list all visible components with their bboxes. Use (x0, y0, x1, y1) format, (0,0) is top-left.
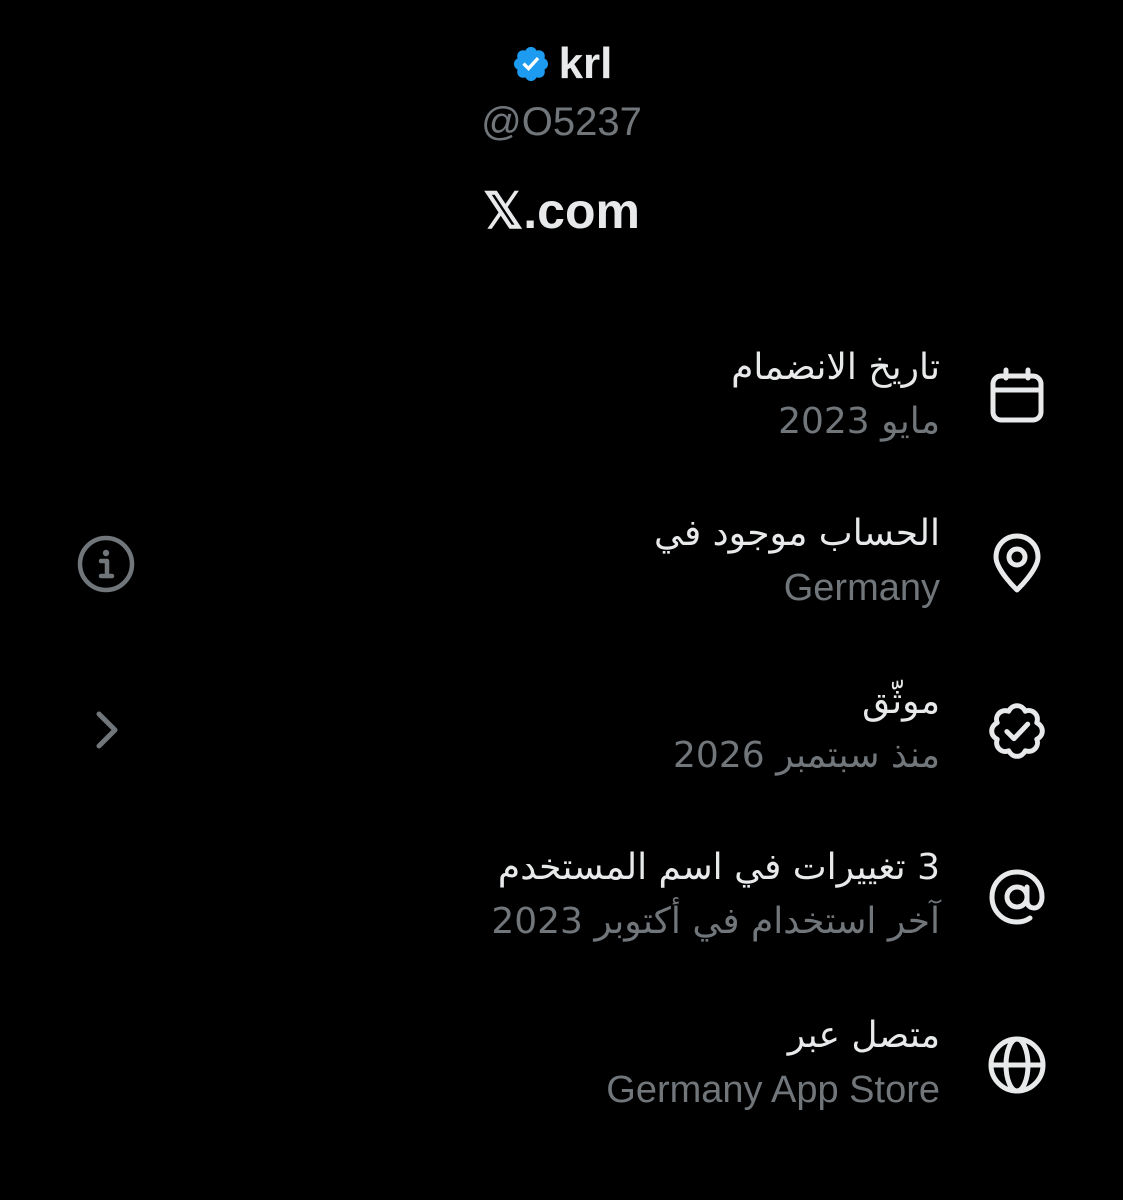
at-sign-icon (984, 864, 1050, 930)
join-date-value: مايو 2023 (778, 401, 940, 442)
username-changes-label: 3 تغييرات في اسم المستخدم (497, 847, 940, 888)
info-row-verified[interactable]: موثّق منذ سبتمبر 2026 (0, 676, 1123, 796)
connected-via-label: متصل عبر (787, 1015, 940, 1056)
connected-via-value: Germany App Store (606, 1069, 940, 1111)
chevron-right-icon[interactable] (74, 698, 138, 762)
verified-since: منذ سبتمبر 2026 (673, 735, 940, 776)
location-pin-icon (984, 530, 1050, 596)
verified-outline-icon (984, 698, 1050, 764)
verified-badge-icon (513, 46, 548, 82)
username-last-used: آخر استخدام في أكتوبر 2023 (491, 901, 940, 942)
info-row-join-date: تاريخ الانضمام مايو 2023 (0, 342, 1123, 462)
info-icon[interactable] (74, 532, 138, 596)
calendar-icon (984, 364, 1050, 430)
info-row-location: الحساب موجود في Germany (0, 508, 1123, 628)
name-row: krl (0, 36, 1123, 92)
location-value: Germany (783, 567, 940, 609)
display-name: krl (558, 39, 613, 88)
profile-site[interactable]: 𝕏.com (0, 180, 1123, 242)
profile-handle: @O5237 (481, 100, 642, 144)
join-date-label: تاريخ الانضمام (731, 347, 940, 388)
location-label: الحساب موجود في (653, 513, 940, 554)
info-row-connected-via: متصل عبر Germany App Store (0, 1010, 1123, 1130)
verified-label: موثّق (862, 681, 940, 722)
globe-icon (984, 1032, 1050, 1098)
info-row-username-changes: 3 تغييرات في اسم المستخدم آخر استخدام في… (0, 842, 1123, 962)
